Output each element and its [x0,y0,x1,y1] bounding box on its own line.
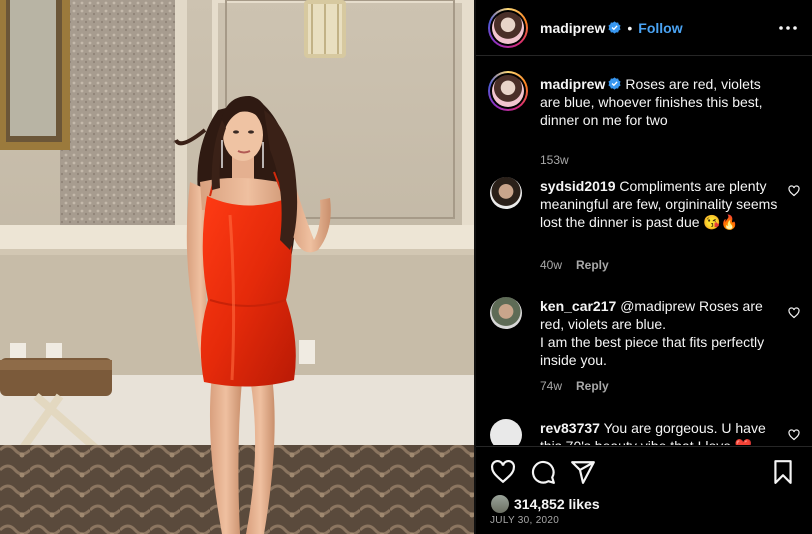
comment-icon[interactable] [530,459,556,485]
small-heart-icon[interactable] [788,307,800,319]
comment-item: rev83737 You are gorgeous. U have this 7… [490,419,800,445]
caption-avatar[interactable] [488,71,528,111]
liker-avatar [490,494,510,514]
post-sidebar: madiprew • Follow madiprew Roses are red,… [476,0,812,534]
comments-list[interactable]: madiprew Roses are red, violets are blue,… [476,57,812,445]
comment-text-block: rev83737 You are gorgeous. U have this 7… [540,419,780,445]
author-username[interactable]: madiprew [540,20,605,36]
comment-meta: 74w Reply [540,379,609,393]
caption-username[interactable]: madiprew [540,76,605,92]
comment-text-block: sydsid2019 Compliments are plenty meanin… [540,177,780,231]
comment-avatar[interactable] [490,177,522,209]
bookmark-icon[interactable] [770,459,796,485]
comment-username[interactable]: ken_car217 [540,298,616,314]
follow-button[interactable]: Follow [638,20,682,36]
small-heart-icon[interactable] [788,429,800,441]
verified-badge-icon [608,77,621,90]
caption-meta: 153w [540,153,569,167]
comment-timestamp[interactable]: 40w [540,258,562,272]
separator-dot: • [627,19,633,36]
caption-item: madiprew Roses are red, violets are blue,… [488,71,800,167]
comment-timestamp[interactable]: 74w [540,379,562,393]
post-photo[interactable] [0,0,474,534]
comment-avatar[interactable] [490,297,522,329]
caption-timestamp[interactable]: 153w [540,153,569,167]
comment-username[interactable]: rev83737 [540,420,600,436]
more-options-icon[interactable] [778,20,798,36]
heart-icon[interactable] [490,459,516,485]
likes-count[interactable]: 314,852 likes [514,496,600,512]
photo-illustration [0,0,474,534]
author-avatar[interactable] [488,7,528,48]
comment-avatar[interactable] [490,419,522,445]
small-heart-icon[interactable] [788,185,800,197]
likes-row[interactable]: 314,852 likes [490,494,600,514]
caption-text-block: madiprew Roses are red, violets are blue,… [540,75,780,129]
verified-badge-icon [608,21,621,34]
comment-text-block: ken_car217 @madiprew Roses are red, viol… [540,297,780,369]
comment-meta: 40w Reply [540,258,609,272]
comment-item: sydsid2019 Compliments are plenty meanin… [490,177,800,277]
reply-button[interactable]: Reply [576,258,609,272]
comment-item: ken_car217 @madiprew Roses are red, viol… [490,297,800,397]
post-header: madiprew • Follow [476,0,812,56]
share-icon[interactable] [570,459,596,485]
comment-text-line2: I am the best piece that fits perfectly … [540,334,765,368]
reply-button[interactable]: Reply [576,379,609,393]
post-date[interactable]: JULY 30, 2020 [490,515,559,526]
comment-username[interactable]: sydsid2019 [540,178,616,194]
